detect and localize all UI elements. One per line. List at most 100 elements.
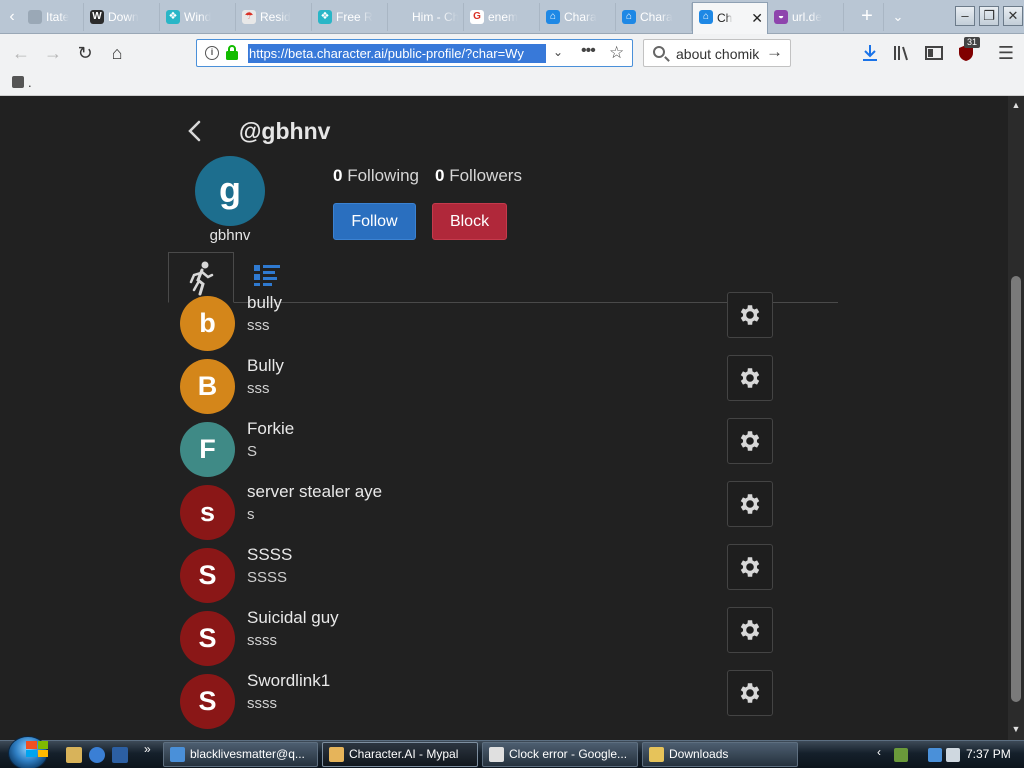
url-bar[interactable]: i https://beta.character.ai/public-profi… — [196, 39, 633, 67]
taskbar-button[interactable]: Downloads — [642, 742, 798, 767]
quicklaunch-explorer-icon[interactable] — [66, 747, 82, 763]
quicklaunch-more-icon[interactable]: » — [144, 742, 151, 756]
page-actions-icon[interactable]: ••• — [581, 42, 596, 60]
new-tab-icon[interactable]: + — [856, 5, 878, 29]
tab-close-icon[interactable]: ✕ — [751, 11, 763, 25]
tray-volume-icon[interactable] — [946, 748, 960, 762]
follow-button[interactable]: Follow — [333, 203, 416, 240]
tab-list-chevron-icon[interactable]: ⌄ — [888, 6, 908, 28]
bookmark-item[interactable]: . — [12, 75, 32, 90]
tab-label: Down — [108, 10, 139, 24]
scroll-down-icon[interactable]: ▼ — [1008, 722, 1024, 736]
scroll-up-icon[interactable]: ▲ — [1008, 98, 1024, 112]
reload-button[interactable]: ↻ — [72, 41, 98, 65]
followers-label: Followers — [449, 166, 522, 185]
minimize-button[interactable]: – — [955, 6, 975, 26]
browser-tab[interactable]: ❖ Wind — [160, 3, 236, 31]
downloads-icon[interactable] — [860, 43, 880, 63]
character-settings-button[interactable] — [727, 481, 773, 527]
character-name[interactable]: bully — [247, 293, 282, 313]
character-avatar[interactable]: S — [180, 611, 235, 666]
character-settings-button[interactable] — [727, 544, 773, 590]
hamburger-menu-icon[interactable]: ☰ — [996, 43, 1016, 63]
character-name[interactable]: server stealer aye — [247, 482, 382, 502]
gear-icon — [740, 431, 760, 451]
taskbar-button-label: Character.AI - Mypal — [349, 747, 459, 761]
browser-tab[interactable]: Genem — [464, 3, 540, 31]
character-avatar[interactable]: s — [180, 485, 235, 540]
quicklaunch-desktop-icon[interactable] — [112, 747, 128, 763]
library-icon[interactable] — [892, 43, 912, 63]
start-button[interactable] — [8, 736, 48, 768]
url-text[interactable]: https://beta.character.ai/public-profile… — [248, 44, 546, 63]
character-avatar[interactable]: S — [180, 674, 235, 729]
browser-tab[interactable]: Him - Ch — [388, 3, 464, 31]
search-bar[interactable]: about chomik → — [643, 39, 791, 67]
following-count: 0 — [333, 166, 343, 185]
character-settings-button[interactable] — [727, 418, 773, 464]
block-button[interactable]: Block — [432, 203, 507, 240]
character-row[interactable]: B Bully sss — [0, 355, 1008, 422]
home-button[interactable]: ⌂ — [104, 41, 130, 65]
character-settings-button[interactable] — [727, 607, 773, 653]
tray-expand-icon[interactable]: ‹ — [877, 745, 881, 759]
character-description: ssss — [247, 632, 277, 649]
browser-tab[interactable]: ◒ url.de — [768, 3, 844, 31]
info-icon[interactable]: i — [205, 46, 219, 60]
character-avatar[interactable]: F — [180, 422, 235, 477]
close-window-button[interactable]: ✕ — [1003, 6, 1023, 26]
browser-tab[interactable]: ☂ Resid — [236, 3, 312, 31]
back-arrow-icon[interactable] — [184, 118, 206, 144]
browser-tab[interactable]: ⌂ Chara — [540, 3, 616, 31]
tab-scroll-left-icon[interactable]: ‹ — [2, 6, 22, 28]
browser-tab[interactable]: ⌂ Ch ✕ — [692, 2, 768, 34]
character-settings-button[interactable] — [727, 355, 773, 401]
tab-label: url.de — [792, 10, 823, 24]
character-avatar[interactable]: B — [180, 359, 235, 414]
character-row[interactable]: S Suicidal guy ssss — [0, 607, 1008, 674]
tab-favicon-icon: G — [470, 10, 484, 24]
character-row[interactable]: s server stealer aye s — [0, 481, 1008, 548]
search-input[interactable]: about chomik — [676, 46, 759, 62]
browser-tab[interactable]: ⌂ Chara — [616, 3, 692, 31]
character-avatar[interactable]: S — [180, 548, 235, 603]
followers-stat[interactable]: 0 Followers — [435, 166, 522, 186]
taskbar-button[interactable]: Clock error - Google... — [482, 742, 638, 767]
lock-icon — [226, 45, 238, 60]
character-description: s — [247, 506, 255, 523]
taskbar-clock[interactable]: 7:37 PM — [966, 747, 1011, 761]
character-row[interactable]: F Forkie S — [0, 418, 1008, 485]
forward-button[interactable]: → — [40, 41, 66, 65]
sidebar-icon[interactable] — [924, 43, 944, 63]
character-row[interactable]: S Swordlink1 ssss — [0, 670, 1008, 737]
scrollbar-thumb[interactable] — [1011, 276, 1021, 702]
browser-tab[interactable]: ❖ Free R — [312, 3, 388, 31]
character-row[interactable]: b bully sss — [0, 292, 1008, 359]
tray-display-icon[interactable] — [928, 748, 942, 762]
character-settings-button[interactable] — [727, 670, 773, 716]
character-description: sss — [247, 317, 270, 334]
character-name[interactable]: Suicidal guy — [247, 608, 339, 628]
tray-network-icon[interactable] — [894, 748, 908, 762]
search-go-icon[interactable]: → — [766, 42, 783, 62]
following-stat[interactable]: 0 Following — [333, 166, 419, 186]
restore-button[interactable]: ❐ — [979, 6, 999, 26]
taskbar-app-icon — [170, 747, 185, 762]
url-dropdown-icon[interactable]: ⌄ — [553, 45, 563, 59]
character-name[interactable]: Bully — [247, 356, 284, 376]
quicklaunch-browser-icon[interactable] — [89, 747, 105, 763]
character-settings-button[interactable] — [727, 292, 773, 338]
back-button[interactable]: ← — [8, 41, 34, 65]
browser-tab[interactable]: Itate — [22, 3, 84, 31]
character-name[interactable]: Swordlink1 — [247, 671, 330, 691]
character-name[interactable]: Forkie — [247, 419, 294, 439]
page-scrollbar[interactable]: ▲ ▼ — [1008, 96, 1024, 740]
character-name[interactable]: SSSS — [247, 545, 292, 565]
taskbar-button[interactable]: blacklivesmatter@q... — [163, 742, 318, 767]
character-avatar[interactable]: b — [180, 296, 235, 351]
bookmark-star-icon[interactable]: ☆ — [609, 43, 624, 63]
browser-tab[interactable]: W Down — [84, 3, 160, 31]
following-label: Following — [347, 166, 420, 185]
character-row[interactable]: S SSSS SSSS — [0, 544, 1008, 611]
taskbar-button[interactable]: Character.AI - Mypal — [322, 742, 478, 767]
